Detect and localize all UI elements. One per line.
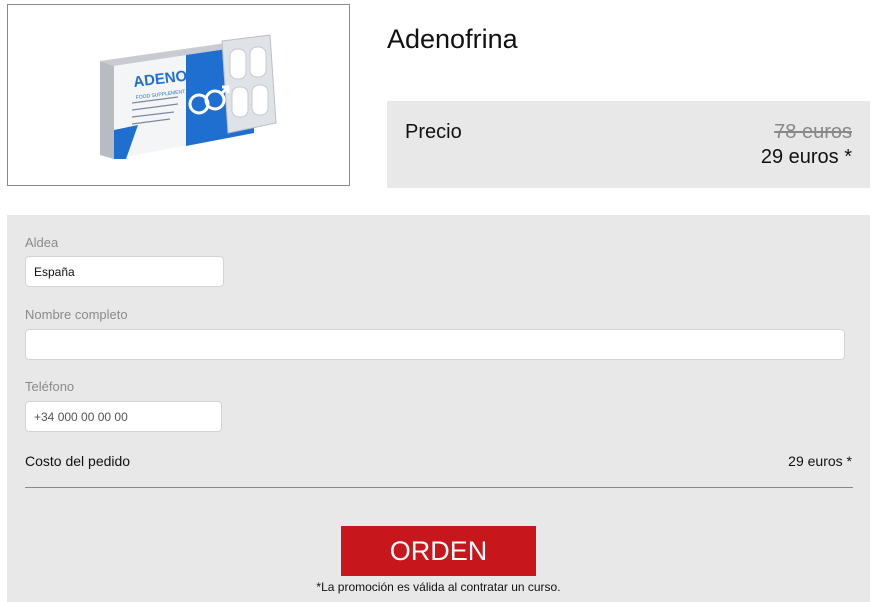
price-box: Precio 78 euros 29 euros *: [387, 101, 870, 188]
divider: [25, 487, 853, 488]
country-select[interactable]: [25, 256, 224, 287]
price-label: Precio: [405, 121, 462, 143]
country-label: Aldea: [25, 235, 59, 250]
order-cost-label: Costo del pedido: [25, 453, 131, 469]
promo-note: *La promoción es válida al contratar un …: [316, 580, 561, 594]
old-price: 78 euros: [774, 121, 852, 143]
product-title: Adenofrina: [387, 24, 518, 54]
order-form: Aldea Nombre completo Teléfono Costo del…: [7, 215, 870, 602]
product-box-illustration: ADENOFRIN FOOD SUPPLEMENT: [100, 34, 277, 159]
new-price: 29 euros *: [760, 146, 852, 168]
name-label: Nombre completo: [25, 307, 128, 322]
order-cost-value: 29 euros *: [788, 453, 852, 469]
phone-field[interactable]: [25, 401, 222, 432]
phone-label: Teléfono: [25, 379, 75, 394]
product-image: ADENOFRIN FOOD SUPPLEMENT: [7, 4, 350, 186]
order-button[interactable]: ORDEN: [341, 526, 536, 576]
name-field[interactable]: [25, 329, 845, 360]
